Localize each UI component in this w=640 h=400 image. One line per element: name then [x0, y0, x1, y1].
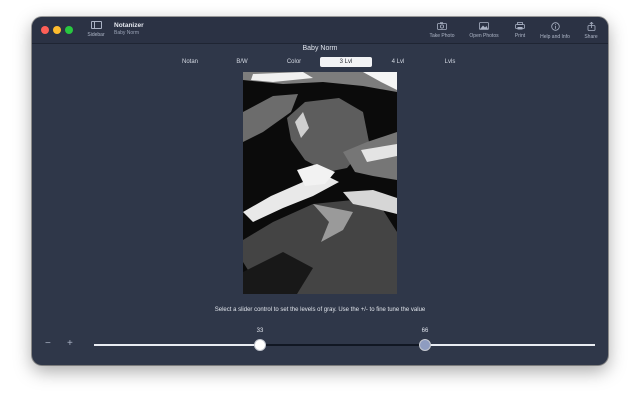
increment-button[interactable]: + — [67, 339, 73, 349]
slider-track-middle[interactable] — [260, 344, 425, 346]
instruction-text: Select a slider control to set the level… — [214, 307, 426, 313]
level-1-slider-thumb[interactable] — [254, 339, 266, 351]
mode-notan-tab[interactable]: Notan — [164, 57, 216, 67]
mode-color-tab[interactable]: Color — [268, 57, 320, 67]
app-window: Sidebar Notanizer Baby Norm Take Photo O… — [32, 17, 608, 365]
sidebar-toggle-button[interactable]: Sidebar — [83, 21, 109, 41]
slider-track-lower[interactable] — [94, 344, 260, 346]
print-label: Print — [514, 33, 526, 39]
notan-preview-image — [243, 72, 397, 294]
camera-icon — [437, 22, 447, 30]
mode-bw-tab[interactable]: B/W — [216, 57, 268, 67]
help-and-info-label: Help and Info — [540, 34, 570, 40]
three-level-photo — [243, 72, 397, 294]
open-photos-button[interactable]: Open Photos — [464, 22, 504, 39]
title-bar: Sidebar Notanizer Baby Norm Take Photo O… — [32, 17, 608, 44]
info-icon — [550, 22, 560, 31]
decrement-button[interactable]: − — [45, 339, 51, 349]
slider-track-upper[interactable] — [425, 344, 595, 346]
print-button[interactable]: Print — [508, 22, 532, 39]
photos-icon — [479, 22, 489, 30]
minimize-window-button[interactable] — [53, 26, 61, 34]
printer-icon — [515, 22, 525, 30]
mode-3-level-tab[interactable]: 3 Lvl — [320, 57, 372, 67]
app-title: Notanizer — [114, 22, 144, 29]
close-window-button[interactable] — [41, 26, 49, 34]
take-photo-button[interactable]: Take Photo — [424, 22, 460, 39]
level-2-slider-thumb[interactable] — [419, 339, 431, 351]
zoom-window-button[interactable] — [65, 26, 73, 34]
app-subtitle: Baby Norm — [114, 30, 140, 36]
sidebar-icon — [90, 21, 102, 29]
mode-levels-tab[interactable]: Lvls — [424, 57, 476, 67]
level-1-value: 33 — [256, 328, 264, 334]
mode-segmented-control: Notan B/W Color 3 Lvl 4 Lvl Lvls — [164, 57, 476, 67]
help-and-info-button[interactable]: Help and Info — [534, 22, 576, 40]
take-photo-label: Take Photo — [429, 33, 455, 39]
open-photos-label: Open Photos — [469, 33, 499, 39]
share-label: Share — [584, 34, 598, 40]
document-title: Baby Norm — [302, 45, 338, 52]
share-icon — [587, 22, 595, 31]
level-2-value: 66 — [421, 328, 429, 334]
sidebar-label: Sidebar — [87, 32, 105, 38]
mode-4-level-tab[interactable]: 4 Lvl — [372, 57, 424, 67]
share-button[interactable]: Share — [580, 22, 602, 40]
